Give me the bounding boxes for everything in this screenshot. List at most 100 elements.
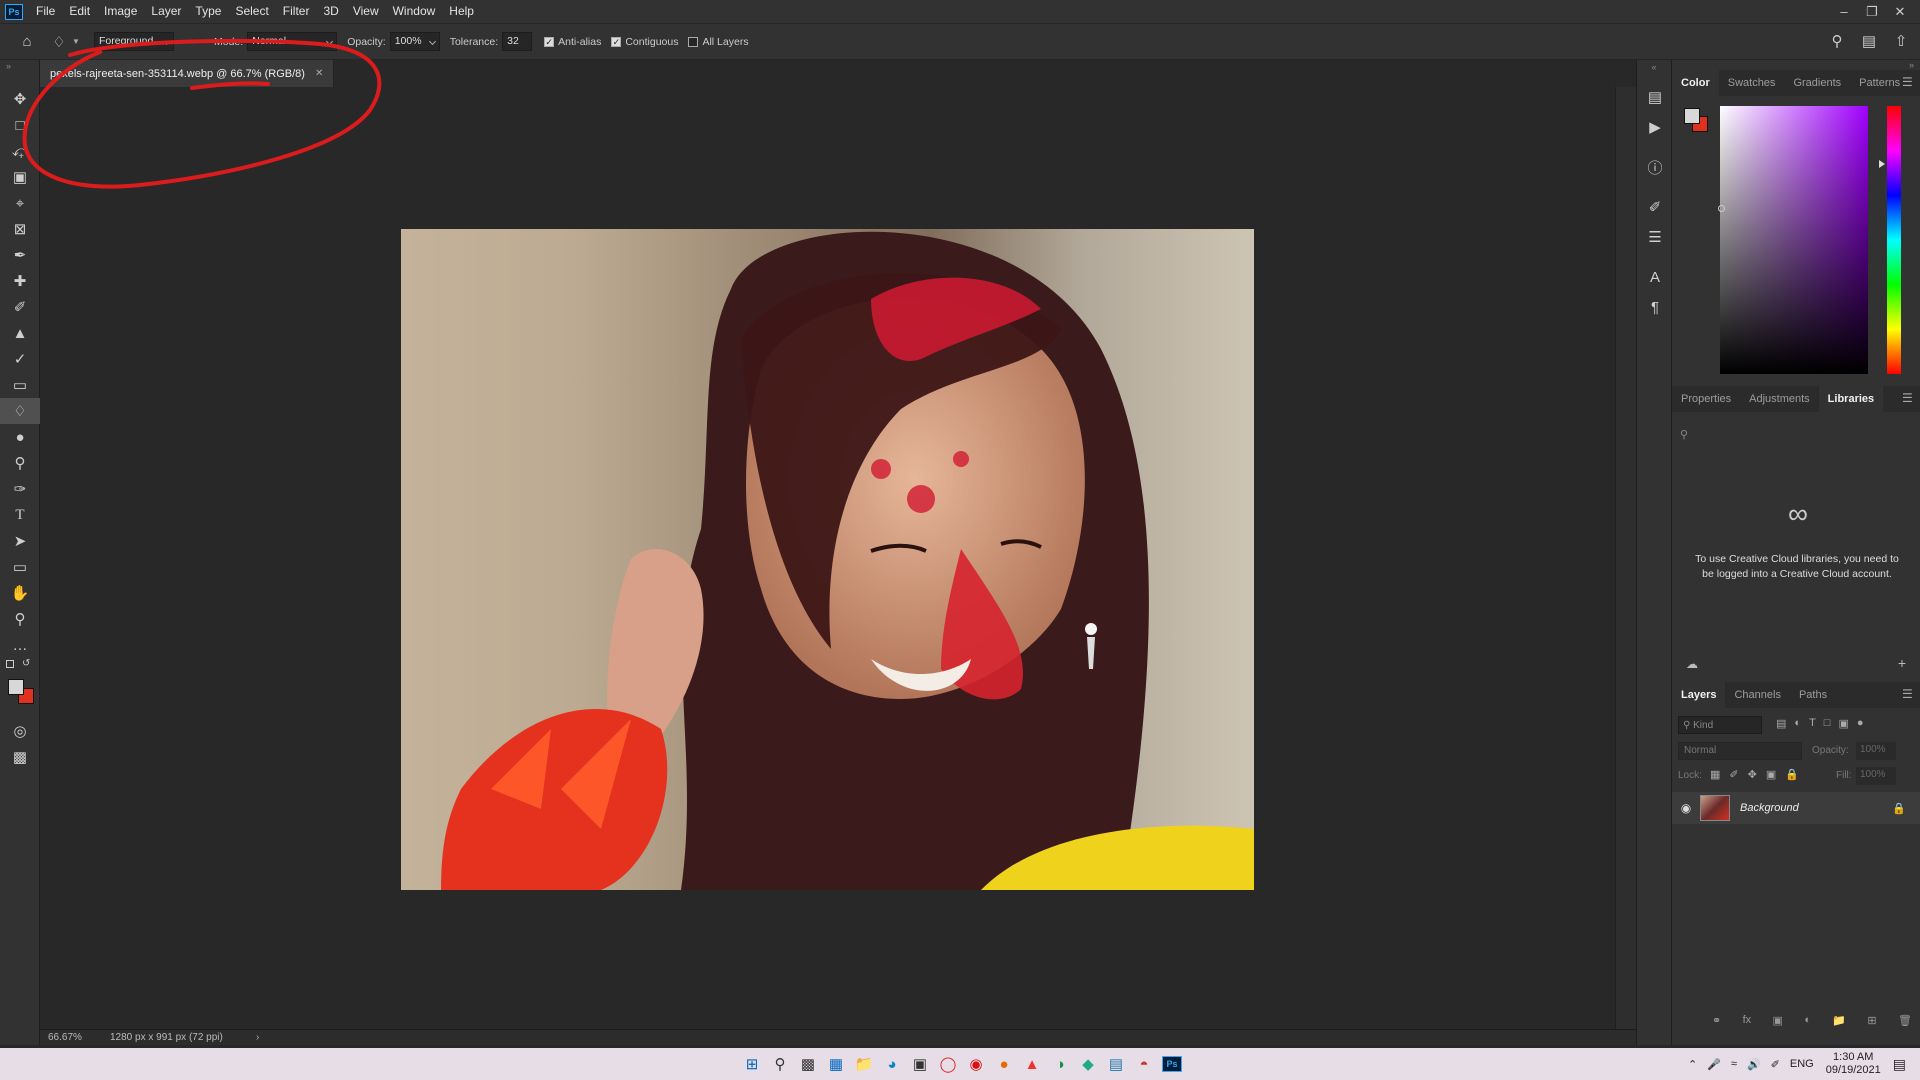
- layer-style-icon[interactable]: fx: [1743, 1014, 1752, 1027]
- search-icon[interactable]: ⚲: [766, 1050, 794, 1078]
- add-library-icon[interactable]: +: [1898, 655, 1906, 671]
- healing-brush-tool-icon[interactable]: ✚: [0, 268, 40, 294]
- default-colors-icon[interactable]: [6, 660, 14, 668]
- canvas-area[interactable]: [40, 87, 1615, 1029]
- layer-lock-icon[interactable]: 🔒: [1892, 802, 1906, 815]
- new-adjustment-layer-icon[interactable]: ◐: [1804, 1014, 1811, 1027]
- firefox-icon[interactable]: ●: [990, 1050, 1018, 1078]
- paint-bucket-tool-icon[interactable]: ♢: [0, 398, 40, 424]
- quick-mask-icon[interactable]: ◎: [0, 718, 40, 744]
- file-explorer-icon[interactable]: 📁: [850, 1050, 878, 1078]
- tab-channels[interactable]: Channels: [1725, 682, 1789, 708]
- store-icon[interactable]: ▣: [906, 1050, 934, 1078]
- adjustments-panel-icon[interactable]: ☰: [1637, 222, 1673, 252]
- zoom-level[interactable]: 66.67%: [40, 1032, 110, 1043]
- tab-color[interactable]: Color: [1672, 70, 1719, 96]
- blend-mode-select[interactable]: Normal: [1678, 742, 1802, 760]
- type-tool-icon[interactable]: T: [0, 502, 40, 528]
- share-icon[interactable]: ⇧: [1892, 32, 1910, 50]
- fill-source-select[interactable]: Foreground: [94, 32, 174, 51]
- layer-fill-field[interactable]: 100%: [1856, 767, 1896, 785]
- collapse-strip-icon[interactable]: «: [1637, 60, 1671, 82]
- color-picker-marker[interactable]: [1718, 205, 1725, 212]
- close-icon[interactable]: ✕: [1886, 4, 1914, 20]
- wifi-icon[interactable]: ≈: [1731, 1058, 1737, 1070]
- filter-type-icon[interactable]: T: [1809, 717, 1816, 730]
- path-selection-tool-icon[interactable]: ➤: [0, 528, 40, 554]
- panel-menu-icon[interactable]: ☰: [1902, 76, 1914, 88]
- dodge-tool-icon[interactable]: ⚲: [0, 450, 40, 476]
- menu-image[interactable]: Image: [97, 0, 144, 23]
- search-icon[interactable]: ⚲: [1828, 32, 1846, 50]
- tab-libraries[interactable]: Libraries: [1818, 386, 1884, 412]
- menu-file[interactable]: File: [29, 0, 62, 23]
- hue-slider[interactable]: [1887, 106, 1901, 374]
- tab-layers[interactable]: Layers: [1672, 682, 1726, 708]
- brush-settings-icon[interactable]: ✐: [1637, 192, 1673, 222]
- opera-icon[interactable]: ◉: [962, 1050, 990, 1078]
- layer-row[interactable]: ◉ Background 🔒: [1672, 792, 1920, 824]
- eyedropper-tool-icon[interactable]: ✒: [0, 242, 40, 268]
- zoom-tool-icon[interactable]: ⚲: [0, 606, 40, 632]
- clock[interactable]: 1:30 AM 09/19/2021: [1826, 1051, 1881, 1077]
- tab-gradients[interactable]: Gradients: [1784, 70, 1850, 96]
- new-layer-icon[interactable]: ⊞: [1867, 1014, 1876, 1027]
- link-layers-icon[interactable]: ⚭: [1712, 1014, 1721, 1027]
- lock-position-icon[interactable]: ✥: [1748, 768, 1757, 781]
- tolerance-field[interactable]: 32: [502, 32, 533, 51]
- cloud-sync-icon[interactable]: ☁: [1686, 657, 1698, 671]
- menu-3d[interactable]: 3D: [316, 0, 345, 23]
- lock-all-icon[interactable]: 🔒: [1785, 768, 1799, 781]
- eraser-tool-icon[interactable]: ▭: [0, 372, 40, 398]
- collapse-panels-icon[interactable]: »: [1672, 60, 1920, 70]
- lock-artboard-icon[interactable]: ▣: [1766, 768, 1776, 781]
- menu-view[interactable]: View: [346, 0, 386, 23]
- pen-tool-icon[interactable]: ✑: [0, 476, 40, 502]
- mode-select[interactable]: Normal: [247, 32, 338, 51]
- frame-tool-icon[interactable]: ⊠: [0, 216, 40, 242]
- filter-adjustment-icon[interactable]: ◐: [1794, 717, 1801, 730]
- home-icon[interactable]: ⌂: [18, 33, 36, 51]
- new-group-icon[interactable]: 📁: [1832, 1014, 1846, 1027]
- filter-toggle-icon[interactable]: ●: [1857, 717, 1864, 730]
- workspace-icon[interactable]: ▤: [1860, 32, 1878, 50]
- actions-panel-icon[interactable]: ▶: [1637, 112, 1673, 142]
- filter-smart-object-icon[interactable]: ▣: [1838, 717, 1848, 730]
- delete-layer-icon[interactable]: 🗑: [1898, 1014, 1912, 1027]
- menu-edit[interactable]: Edit: [62, 0, 97, 23]
- tab-properties[interactable]: Properties: [1672, 386, 1740, 412]
- opacity-field[interactable]: 100%: [389, 32, 440, 51]
- vertical-scrollbar[interactable]: [1615, 87, 1636, 1029]
- more-tools-icon[interactable]: …: [0, 632, 40, 658]
- edge-browser-icon[interactable]: ◕: [878, 1050, 906, 1078]
- notifications-icon[interactable]: ▤: [1893, 1056, 1906, 1073]
- chrome-canary-icon[interactable]: ◓: [1130, 1050, 1158, 1078]
- menu-help[interactable]: Help: [442, 0, 481, 23]
- photoshop-taskbar-icon[interactable]: Ps: [1158, 1050, 1186, 1078]
- swap-colors-icon[interactable]: ↺: [22, 658, 30, 669]
- character-panel-icon[interactable]: A: [1637, 262, 1673, 292]
- history-panel-icon[interactable]: ▤: [1637, 82, 1673, 112]
- document-tab[interactable]: pexels-rajreeta-sen-353114.webp @ 66.7% …: [40, 60, 335, 87]
- libraries-search[interactable]: ⚲: [1680, 422, 1912, 446]
- app-icon[interactable]: ◆: [1074, 1050, 1102, 1078]
- language-indicator[interactable]: ENG: [1790, 1058, 1814, 1070]
- close-tab-icon[interactable]: ✕: [315, 68, 323, 79]
- clone-stamp-tool-icon[interactable]: ▲: [0, 320, 40, 346]
- marquee-tool-icon[interactable]: □: [0, 112, 40, 138]
- menu-filter[interactable]: Filter: [276, 0, 317, 23]
- layer-name[interactable]: Background: [1740, 802, 1799, 814]
- hue-slider-marker[interactable]: [1879, 160, 1885, 168]
- crop-tool-icon[interactable]: ⌖: [0, 190, 40, 216]
- color-field[interactable]: [1720, 106, 1868, 374]
- panel-menu-icon[interactable]: ☰: [1902, 392, 1914, 404]
- menu-window[interactable]: Window: [386, 0, 443, 23]
- contiguous-checkbox[interactable]: ✓ Contiguous: [611, 36, 678, 48]
- task-view-icon[interactable]: ▩: [794, 1050, 822, 1078]
- chrome-icon[interactable]: ◑: [1046, 1050, 1074, 1078]
- tab-paths[interactable]: Paths: [1790, 682, 1836, 708]
- anti-alias-checkbox[interactable]: ✓ Anti-alias: [544, 36, 601, 48]
- windows-start-icon[interactable]: ⊞: [738, 1050, 766, 1078]
- paint-bucket-preset-icon[interactable]: ♢: [50, 33, 68, 51]
- filter-shape-icon[interactable]: □: [1824, 717, 1831, 730]
